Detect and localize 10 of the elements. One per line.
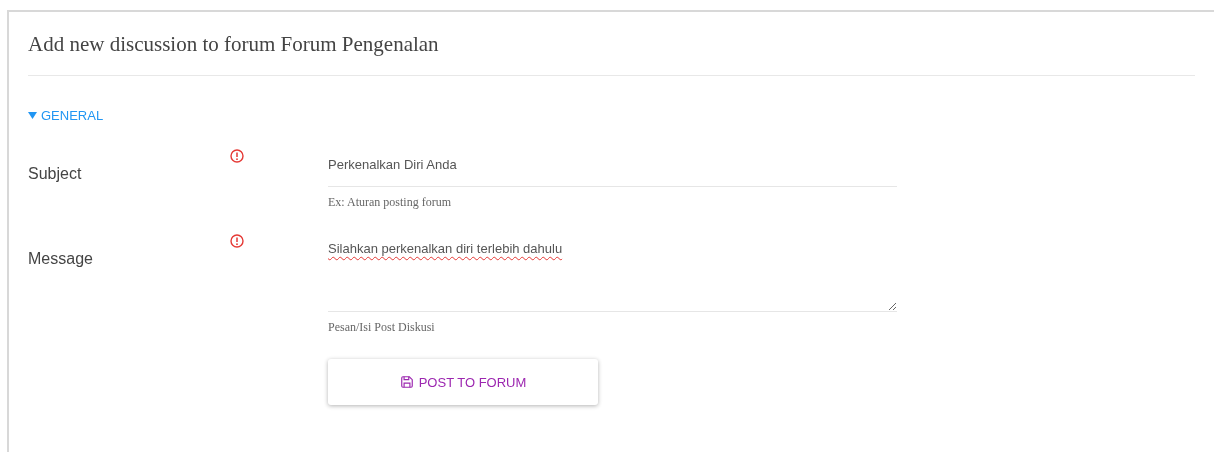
page-title: Add new discussion to forum Forum Pengenalan bbox=[28, 32, 1195, 76]
caret-icon bbox=[28, 111, 37, 120]
help-text: Pesan/Isi Post Diskusi bbox=[328, 320, 436, 335]
field-label: Subject bbox=[28, 164, 83, 184]
field-label: Message bbox=[28, 249, 94, 269]
help-text: Ex: Aturan posting forum bbox=[328, 195, 452, 210]
message-field[interactable]: Silahkan perkenalkan diri terlebih dahulu bbox=[328, 232, 897, 312]
save-icon bbox=[399, 375, 414, 389]
post-button[interactable]: POST TO FORUM bbox=[328, 359, 598, 405]
subject-field[interactable]: Perkenalkan Diri Anda bbox=[328, 147, 897, 187]
